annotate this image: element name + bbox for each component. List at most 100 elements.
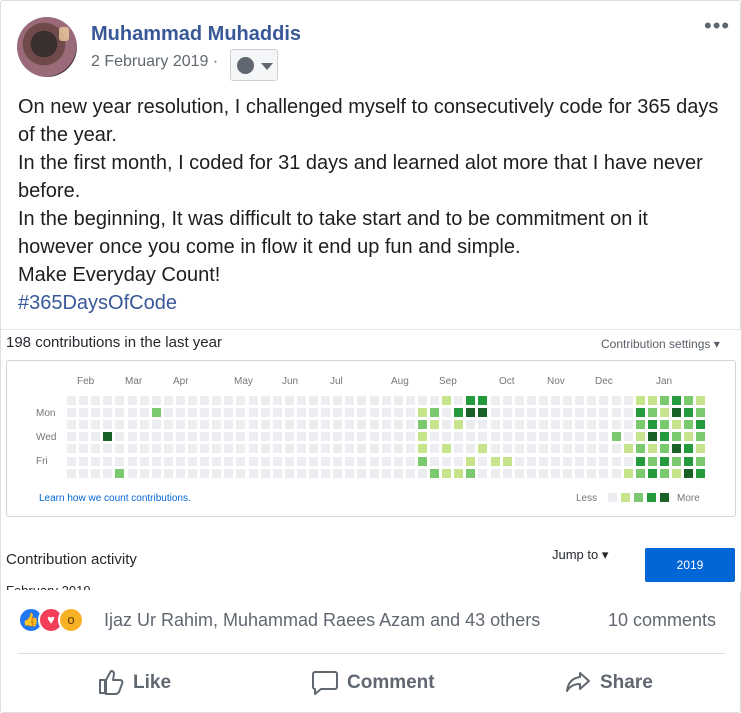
contribution-day (514, 432, 524, 442)
contribution-day (575, 444, 585, 454)
contribution-day (115, 456, 125, 466)
contribution-day (103, 396, 113, 405)
contribution-day (357, 420, 367, 430)
contribution-day (623, 408, 633, 418)
contribution-day (67, 408, 76, 418)
audience-selector[interactable] (230, 49, 278, 81)
contribution-day (393, 444, 403, 454)
share-button[interactable]: Share (564, 668, 674, 702)
contribution-day (466, 456, 476, 466)
contribution-day (91, 456, 101, 466)
contribution-day (139, 456, 149, 466)
contribution-day (79, 396, 89, 405)
contribution-day (684, 456, 694, 466)
message-line: On new year resolution, I challenged mys… (18, 96, 719, 146)
comment-button[interactable]: Comment (311, 668, 461, 702)
contribution-day (635, 432, 645, 442)
contribution-day (405, 444, 415, 454)
contribution-day (248, 444, 258, 454)
contribution-day (345, 408, 355, 418)
contribution-day (611, 432, 621, 442)
contribution-day (575, 420, 585, 430)
contribution-day (430, 456, 439, 466)
hashtag-link[interactable]: #365DaysOfCode (18, 289, 728, 317)
contribution-day (647, 396, 657, 405)
attached-screenshot[interactable]: 198 contributions in the last year Contr… (1, 329, 741, 591)
contribution-day (321, 456, 331, 466)
contribution-day (611, 408, 621, 418)
contribution-day (188, 468, 197, 478)
reactors-text[interactable]: Ijaz Ur Rahim, Muhammad Raees Azam and 4… (104, 610, 540, 631)
contribution-day (526, 396, 536, 405)
contribution-day (599, 396, 609, 405)
contribution-day (514, 444, 524, 454)
contribution-day (212, 456, 222, 466)
post-date[interactable]: 2 February 2019 · (91, 53, 218, 71)
contribution-day (635, 444, 645, 454)
contribution-day (151, 420, 161, 430)
contribution-day (563, 468, 573, 478)
contribution-day (200, 420, 210, 430)
contribution-day (647, 408, 657, 418)
contribution-day (442, 444, 452, 454)
contribution-day (79, 456, 89, 466)
contribution-day (103, 468, 113, 478)
legend-less-label: Less (576, 493, 598, 504)
contribution-settings: Contribution settings ▾ (601, 337, 720, 351)
contribution-day (260, 444, 270, 454)
author-avatar[interactable] (17, 17, 77, 77)
contribution-day (309, 456, 318, 466)
contribution-day (430, 420, 439, 430)
contribution-day (478, 456, 488, 466)
contribution-day (478, 408, 488, 418)
contribution-day (357, 432, 367, 442)
contribution-day (599, 444, 609, 454)
contribution-day (659, 408, 669, 418)
contribution-day (563, 432, 573, 442)
contribution-day (224, 432, 234, 442)
share-icon (566, 672, 590, 692)
contribution-day (103, 456, 113, 466)
contribution-day (405, 468, 415, 478)
contribution-day (284, 396, 294, 405)
comments-count[interactable]: 10 comments (608, 610, 716, 631)
contribution-day (212, 444, 222, 454)
contribution-day (175, 408, 185, 418)
contribution-day (587, 408, 597, 418)
contribution-day (696, 432, 706, 442)
contribution-day (91, 396, 101, 405)
contribution-day (333, 408, 343, 418)
divider (18, 653, 725, 654)
contribution-day (333, 432, 343, 442)
contribution-day (696, 408, 706, 418)
contribution-day (200, 396, 210, 405)
like-label: Like (133, 672, 172, 693)
contribution-day (175, 432, 185, 442)
contribution-day (490, 432, 500, 442)
contribution-day (551, 420, 560, 430)
contribution-day (575, 432, 585, 442)
contribution-day (696, 444, 706, 454)
contribution-day (405, 408, 415, 418)
contribution-day (587, 396, 597, 405)
contribution-day (175, 468, 185, 478)
contribution-day (91, 468, 101, 478)
contribution-day (200, 444, 210, 454)
contribution-day (333, 456, 343, 466)
contribution-day (369, 432, 379, 442)
contribution-day (91, 420, 101, 430)
reactions-bar[interactable]: 👍 ♥ o Ijaz Ur Rahim, Muhammad Raees Azam… (18, 607, 738, 637)
like-button[interactable]: Like (97, 668, 197, 702)
share-label: Share (600, 672, 653, 693)
contribution-day (696, 456, 706, 466)
more-options-icon[interactable]: ••• (704, 15, 730, 37)
contribution-day (139, 468, 149, 478)
contribution-day (296, 408, 306, 418)
contribution-day (188, 432, 197, 442)
contribution-day (466, 444, 476, 454)
contribution-day (551, 396, 560, 405)
contribution-day (635, 396, 645, 405)
message-line: Make Everyday Count! (18, 264, 221, 286)
contribution-day (478, 432, 488, 442)
author-name[interactable]: Muhammad Muhaddis (91, 23, 301, 46)
